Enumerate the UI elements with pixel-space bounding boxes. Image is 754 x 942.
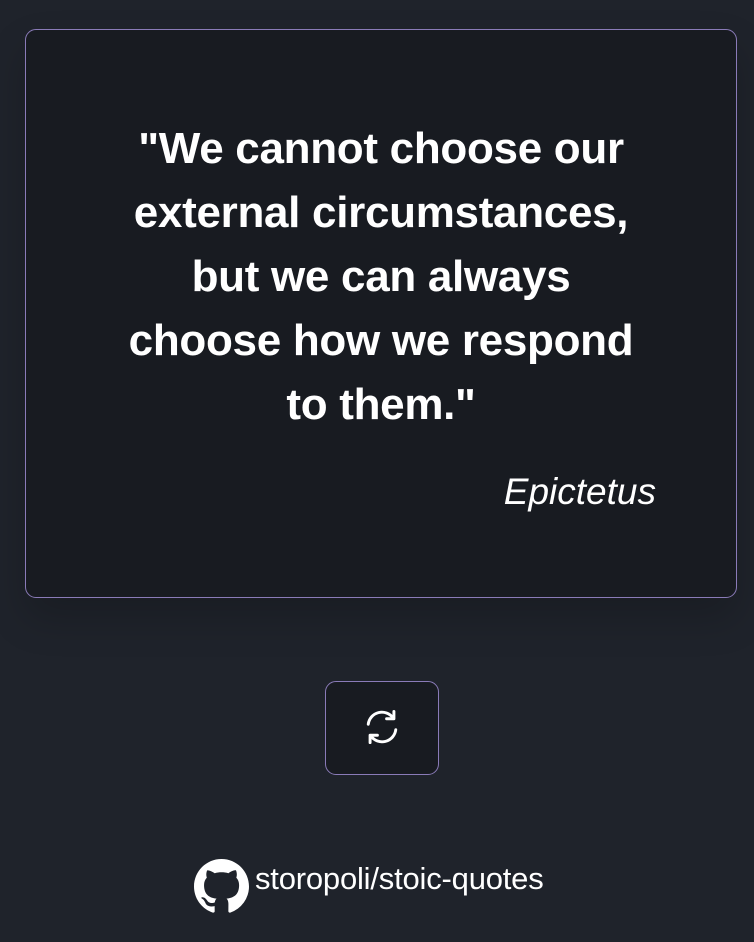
quote-text: "We cannot choose our external circumsta… [128, 124, 634, 429]
github-icon [194, 858, 249, 913]
repo-link[interactable]: storopoli/stoic-quotes [194, 858, 544, 914]
refresh-quote-button[interactable] [325, 681, 439, 775]
page: "We cannot choose our external circumsta… [0, 0, 754, 942]
refresh-icon [360, 705, 404, 752]
quote-card: "We cannot choose our external circumsta… [25, 29, 737, 598]
repo-label: storopoli/stoic-quotes [255, 861, 544, 896]
quote-author: Epictetus [503, 471, 656, 512]
